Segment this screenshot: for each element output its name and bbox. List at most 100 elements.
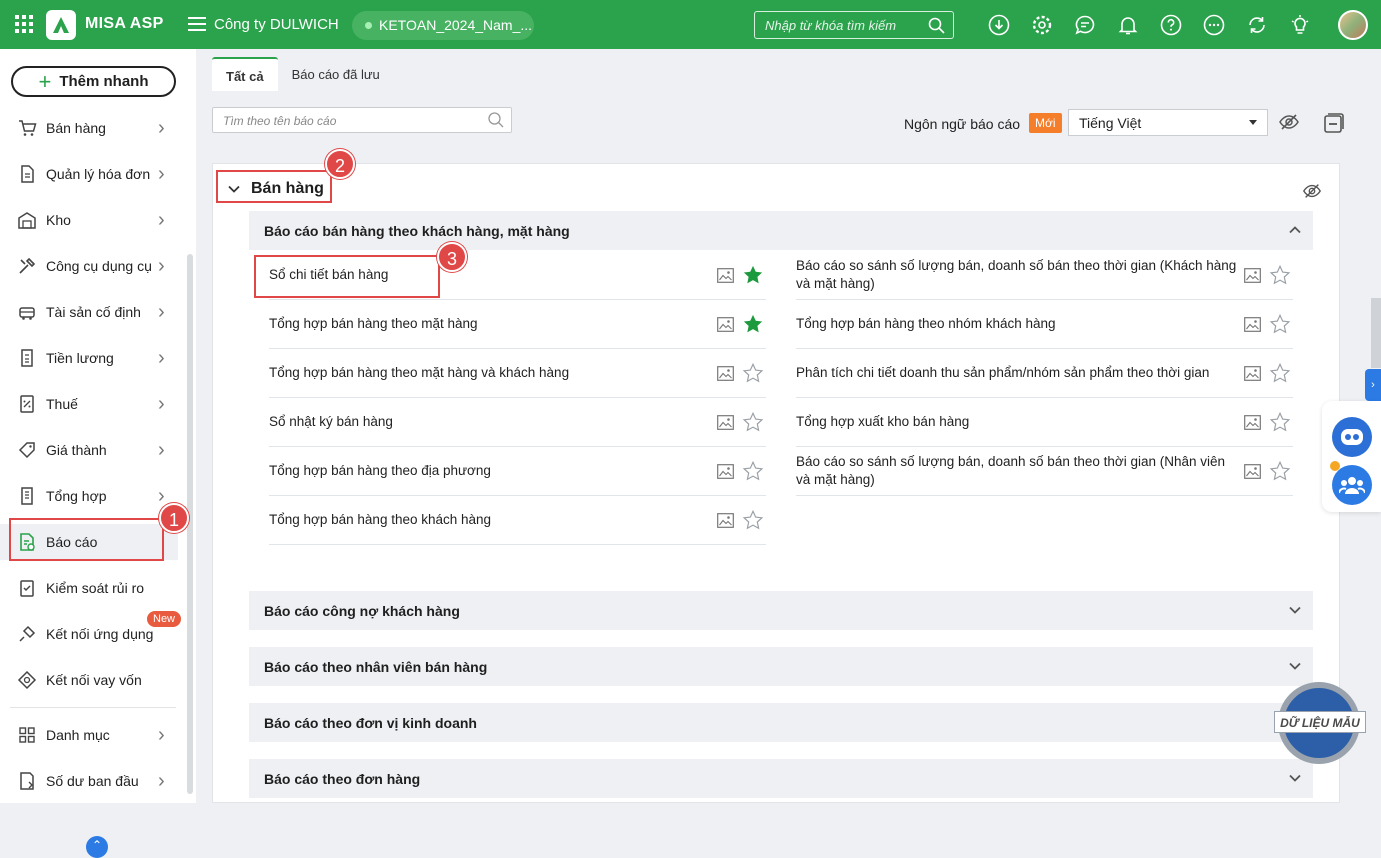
star-outline-icon[interactable] <box>742 362 764 384</box>
sidebar-item[interactable]: Kho › <box>0 202 178 238</box>
quick-add-button[interactable]: + Thêm nhanh <box>11 66 176 97</box>
star-filled-icon[interactable] <box>742 313 764 335</box>
star-outline-icon[interactable] <box>742 460 764 482</box>
report-item[interactable]: Tổng hợp bán hàng theo mặt hàng và khách… <box>269 349 766 398</box>
collapse-all-icon[interactable] <box>1322 111 1346 135</box>
report-item[interactable]: Tổng hợp bán hàng theo địa phương <box>269 447 766 496</box>
report-item[interactable]: Tổng hợp bán hàng theo nhóm khách hàng <box>796 300 1293 349</box>
report-item[interactable]: Báo cáo so sánh số lượng bán, doanh số b… <box>796 447 1293 496</box>
robot-assistant-icon[interactable] <box>1332 417 1372 457</box>
report-item[interactable]: Tổng hợp bán hàng theo mặt hàng <box>269 300 766 349</box>
sidebar-item[interactable]: Bán hàng › <box>0 110 178 146</box>
preview-image-icon[interactable] <box>1244 463 1261 479</box>
sidebar-item[interactable]: Danh mục › <box>0 717 178 753</box>
star-outline-icon[interactable] <box>742 411 764 433</box>
sidebar-item[interactable]: Số dư ban đầu › <box>0 763 178 799</box>
preview-image-icon[interactable] <box>1244 316 1261 332</box>
report-item-label[interactable]: Tổng hợp bán hàng theo khách hàng <box>269 511 689 529</box>
sidebar-scrollbar[interactable] <box>187 254 193 794</box>
balance-icon <box>17 771 37 791</box>
preview-image-icon[interactable] <box>1244 267 1261 283</box>
report-item-label[interactable]: Tổng hợp bán hàng theo mặt hàng <box>269 315 689 333</box>
report-item-label[interactable]: Tổng hợp bán hàng theo mặt hàng và khách… <box>269 364 689 382</box>
sidebar-item[interactable]: Công cụ dụng cụ › <box>0 248 178 284</box>
report-item[interactable]: Tổng hợp xuất kho bán hàng <box>796 398 1293 447</box>
preview-image-icon[interactable] <box>717 267 734 283</box>
report-search-input[interactable]: Tìm theo tên báo cáo <box>212 107 512 133</box>
sidebar-item[interactable]: Thuế › <box>0 386 178 422</box>
scroll-up-icon[interactable]: ⌃ <box>86 836 108 858</box>
group-header[interactable]: Báo cáo theo đơn vị kinh doanh <box>249 703 1313 742</box>
report-item[interactable]: Sổ nhật ký bán hàng <box>269 398 766 447</box>
global-search-input[interactable]: Nhập từ khóa tìm kiếm <box>754 11 954 39</box>
sidebar-item[interactable]: Tổng hợp › <box>0 478 178 514</box>
hamburger-icon[interactable] <box>188 16 206 32</box>
report-item-label[interactable]: Tổng hợp bán hàng theo địa phương <box>269 462 689 480</box>
star-outline-icon[interactable] <box>1269 362 1291 384</box>
company-name[interactable]: Công ty DULWICH <box>214 16 339 33</box>
tab-all[interactable]: Tất cả <box>212 57 278 91</box>
chat-icon[interactable] <box>1072 12 1097 37</box>
preview-image-icon[interactable] <box>717 316 734 332</box>
download-icon[interactable] <box>986 12 1011 37</box>
more-icon[interactable] <box>1201 12 1226 37</box>
help-icon[interactable] <box>1158 12 1183 37</box>
sidebar-item[interactable]: Kết nối vay vốn <box>0 662 178 698</box>
star-outline-icon[interactable] <box>1269 264 1291 286</box>
preview-image-icon[interactable] <box>717 414 734 430</box>
preview-image-icon[interactable] <box>1244 365 1261 381</box>
report-item[interactable]: Tổng hợp bán hàng theo khách hàng <box>269 496 766 545</box>
report-language-select[interactable]: Tiếng Việt <box>1068 109 1268 136</box>
report-item-label[interactable]: Tổng hợp bán hàng theo nhóm khách hàng <box>796 315 1241 333</box>
header-actions <box>986 12 1312 37</box>
sidebar-item-label: Tài sản cố định <box>46 304 141 320</box>
group-header[interactable]: Báo cáo công nợ khách hàng <box>249 591 1313 630</box>
report-item[interactable]: Phân tích chi tiết doanh thu sản phẩm/nh… <box>796 349 1293 398</box>
eye-off-icon[interactable] <box>1302 181 1322 201</box>
preview-image-icon[interactable] <box>717 512 734 528</box>
bell-icon[interactable] <box>1115 12 1140 37</box>
sidebar-item[interactable]: Tài sản cố định › <box>0 294 178 330</box>
report-item[interactable]: Báo cáo so sánh số lượng bán, doanh số b… <box>796 251 1293 300</box>
chevron-right-icon: › <box>158 438 165 461</box>
expand-panel-icon[interactable]: › <box>1365 369 1381 401</box>
sidebar-item[interactable]: Kiểm soát rủi ro <box>0 570 178 606</box>
group-title: Báo cáo theo đơn vị kinh doanh <box>264 714 477 731</box>
star-outline-icon[interactable] <box>1269 411 1291 433</box>
bulb-icon[interactable] <box>1287 12 1312 37</box>
community-icon[interactable] <box>1332 465 1372 505</box>
group-header[interactable]: Báo cáo theo đơn hàng <box>249 759 1313 798</box>
app-grid-icon[interactable] <box>15 15 33 33</box>
report-item-label[interactable]: Sổ nhật ký bán hàng <box>269 413 689 431</box>
sidebar-item[interactable]: Quản lý hóa đơn › <box>0 156 178 192</box>
star-outline-icon[interactable] <box>1269 313 1291 335</box>
settings-icon[interactable] <box>1029 12 1054 37</box>
star-outline-icon[interactable] <box>742 509 764 531</box>
database-selector[interactable]: KETOAN_2024_Nam_... <box>352 11 534 40</box>
user-avatar[interactable] <box>1338 10 1368 40</box>
sidebar-item-label: Số dư ban đầu <box>46 773 139 789</box>
chevron-right-icon: › <box>158 208 165 231</box>
preview-image-icon[interactable] <box>717 463 734 479</box>
tab-saved-reports[interactable]: Báo cáo đã lưu <box>278 57 394 91</box>
floating-assistant <box>1322 401 1381 512</box>
preview-image-icon[interactable] <box>1244 414 1261 430</box>
report-item-label[interactable]: Báo cáo so sánh số lượng bán, doanh số b… <box>796 257 1241 293</box>
misa-logo[interactable] <box>46 10 76 40</box>
group-header-open[interactable]: Báo cáo bán hàng theo khách hàng, mặt hà… <box>249 211 1313 250</box>
main-scrollbar[interactable] <box>1371 298 1381 368</box>
chevron-right-icon: › <box>158 300 165 323</box>
report-item-label[interactable]: Phân tích chi tiết doanh thu sản phẩm/nh… <box>796 364 1241 382</box>
sync-icon[interactable] <box>1244 12 1269 37</box>
star-filled-icon[interactable] <box>742 264 764 286</box>
star-outline-icon[interactable] <box>1269 460 1291 482</box>
preview-image-icon[interactable] <box>717 365 734 381</box>
report-item-label[interactable]: Báo cáo so sánh số lượng bán, doanh số b… <box>796 453 1241 489</box>
sidebar-item-label: Kết nối vay vốn <box>46 672 142 688</box>
report-item-label[interactable]: Tổng hợp xuất kho bán hàng <box>796 413 1241 431</box>
group-header[interactable]: Báo cáo theo nhân viên bán hàng <box>249 647 1313 686</box>
sidebar-item[interactable]: Tiền lương › <box>0 340 178 376</box>
eye-off-icon[interactable] <box>1278 111 1300 133</box>
chevron-down-icon <box>1289 662 1301 670</box>
sidebar-item[interactable]: Giá thành › <box>0 432 178 468</box>
